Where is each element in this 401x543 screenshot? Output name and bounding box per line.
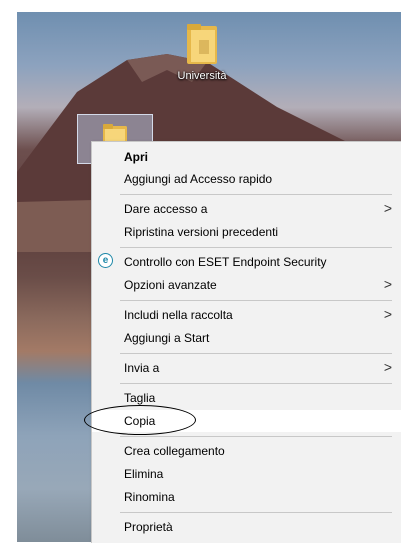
menu-item-label: Invia a <box>124 361 160 375</box>
menu-item-crea-collegamento[interactable]: Crea collegamento <box>92 440 401 462</box>
menu-item-copia[interactable]: Copia <box>92 410 401 432</box>
menu-separator <box>120 383 392 384</box>
chevron-right-icon: > <box>383 276 392 292</box>
menu-item-label: Crea collegamento <box>124 444 225 458</box>
menu-item-label: Opzioni avanzate <box>124 278 217 292</box>
menu-item-aggiungi-accesso-rapido[interactable]: Aggiungi ad Accesso rapido <box>92 168 401 190</box>
menu-item-proprieta[interactable]: Proprietà <box>92 516 401 538</box>
menu-item-aggiungi-start[interactable]: Aggiungi a Start <box>92 327 401 349</box>
menu-item-label: Elimina <box>124 467 164 481</box>
menu-item-label: Aggiungi ad Accesso rapido <box>124 172 273 186</box>
menu-item-opzioni-avanzate[interactable]: Opzioni avanzate > <box>92 274 401 296</box>
menu-item-label: Dare accesso a <box>124 202 208 216</box>
menu-item-label: Proprietà <box>124 520 173 534</box>
menu-item-includi-raccolta[interactable]: Includi nella raccolta > <box>92 304 401 326</box>
menu-item-elimina[interactable]: Elimina <box>92 463 401 485</box>
menu-item-label: Includi nella raccolta <box>124 308 233 322</box>
menu-separator <box>120 194 392 195</box>
folder-icon <box>185 22 219 66</box>
menu-item-label: Aggiungi a Start <box>124 331 210 345</box>
eset-icon: e <box>98 253 113 268</box>
menu-item-label: Apri <box>124 150 148 164</box>
chevron-right-icon: > <box>383 306 392 322</box>
menu-item-label: Copia <box>124 414 156 428</box>
context-menu: Apri Aggiungi ad Accesso rapido Dare acc… <box>91 141 401 543</box>
menu-item-label: Controllo con ESET Endpoint Security <box>124 255 327 269</box>
menu-item-ripristina-versioni[interactable]: Ripristina versioni precedenti <box>92 221 401 243</box>
menu-item-invia-a[interactable]: Invia a > <box>92 357 401 379</box>
desktop-folder-universita[interactable]: Università <box>167 22 237 82</box>
menu-separator <box>120 353 392 354</box>
menu-item-dare-accesso[interactable]: Dare accesso a > <box>92 198 401 220</box>
menu-item-taglia[interactable]: Taglia <box>92 387 401 409</box>
menu-item-controllo-eset[interactable]: e Controllo con ESET Endpoint Security <box>92 251 401 273</box>
menu-item-apri[interactable]: Apri <box>92 146 401 168</box>
menu-separator <box>120 247 392 248</box>
menu-item-label: Taglia <box>124 391 156 405</box>
menu-item-label: Rinomina <box>124 490 175 504</box>
menu-separator <box>120 300 392 301</box>
menu-separator <box>120 436 392 437</box>
chevron-right-icon: > <box>383 200 392 216</box>
folder-label: Università <box>177 70 227 82</box>
chevron-right-icon: > <box>383 359 392 375</box>
menu-separator <box>120 512 392 513</box>
menu-item-rinomina[interactable]: Rinomina <box>92 486 401 508</box>
menu-item-label: Ripristina versioni precedenti <box>124 225 279 239</box>
